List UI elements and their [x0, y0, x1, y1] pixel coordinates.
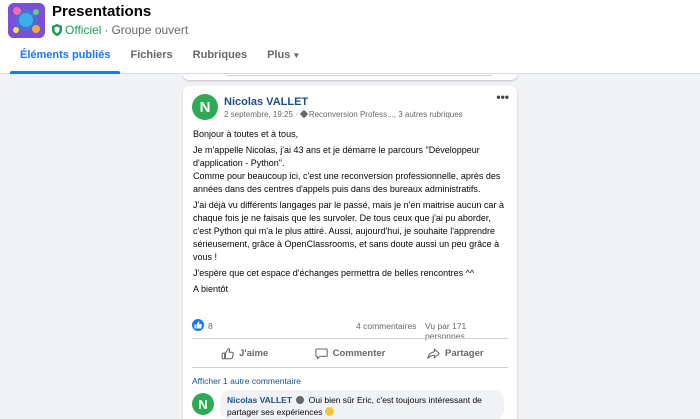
- post-meta: 2 septembre, 19:25 · Reconversion Profess…: [224, 109, 463, 119]
- post-paragraph: Bonjour à toutes et à tous,: [193, 129, 299, 139]
- more-options-icon[interactable]: •••: [496, 90, 509, 104]
- post-paragraph: A bientôt: [193, 284, 229, 294]
- post-paragraph: Je m'appelle Nicolas, j'ai 43 ans et je …: [193, 145, 480, 168]
- comment-text: Oui bien sûr Eric, c'est toujours intére…: [308, 395, 482, 405]
- tab-published-items[interactable]: Éléments publiés: [10, 43, 121, 74]
- smiley-emoji-icon: [324, 407, 334, 416]
- tab-files[interactable]: Fichiers: [120, 43, 182, 74]
- commenter-avatar[interactable]: N: [192, 393, 214, 415]
- like-label: J'aime: [239, 347, 269, 359]
- tag-icon: [299, 109, 309, 119]
- like-button[interactable]: J'aime: [192, 339, 297, 367]
- share-icon: [427, 348, 440, 359]
- previous-post-card: [183, 74, 517, 80]
- group-header: Presentations Officiel · Groupe ouvert É…: [0, 0, 700, 74]
- post-body: Bonjour à toutes et à tous, Je m'appelle…: [193, 128, 509, 299]
- post-actions: J'aime Commenter Partager: [192, 338, 508, 368]
- share-label: Partager: [445, 347, 484, 359]
- like-reaction-icon[interactable]: [192, 319, 204, 331]
- group-tabs: Éléments publiés Fichiers Rubriques Plus…: [10, 43, 310, 74]
- post-card: N Nicolas VALLET 2 septembre, 19:25 · Rec…: [183, 86, 517, 419]
- comments-count[interactable]: 4 commentaires: [356, 321, 416, 331]
- comment-text-continued: partager ses expériences: [227, 407, 323, 417]
- author-badge-icon: [296, 396, 305, 404]
- group-avatar[interactable]: [8, 3, 45, 38]
- comment-author[interactable]: Nicolas VALLET: [227, 395, 292, 405]
- post-topics[interactable]: Reconversion Profess..., 3 autres rubriq…: [309, 110, 463, 119]
- post-author[interactable]: Nicolas VALLET: [224, 96, 308, 108]
- meta-separator: ·: [104, 23, 109, 37]
- caret-down-icon: ▼: [292, 51, 301, 60]
- post-date[interactable]: 2 septembre, 19:25 ·: [224, 110, 298, 119]
- reactions-bar: 8 4 commentaires Vu par 171 personnes: [192, 319, 508, 341]
- group-meta: Officiel · Groupe ouvert: [52, 23, 188, 37]
- shield-icon: [52, 24, 62, 36]
- post-paragraph: J'espère que cet espace d'échanges perme…: [193, 268, 475, 278]
- post-paragraph: J'ai déjà vu différents langages par le …: [193, 200, 504, 262]
- thumbs-up-icon: [221, 347, 234, 359]
- tab-more[interactable]: Plus ▼: [257, 43, 310, 74]
- comment-icon: [314, 348, 328, 359]
- official-label: Officiel: [65, 23, 102, 37]
- share-button[interactable]: Partager: [403, 339, 508, 367]
- like-count[interactable]: 8: [208, 321, 213, 331]
- comment-button[interactable]: Commenter: [297, 339, 402, 367]
- comment-bubble: Nicolas VALLET Oui bien sûr Eric, c'est …: [220, 390, 504, 419]
- comment-label: Commenter: [332, 347, 386, 359]
- post-paragraph: Comme pour beaucoup ici, c'est une recon…: [193, 171, 501, 194]
- divider: [226, 75, 492, 76]
- show-more-comments-link[interactable]: Afficher 1 autre commentaire: [192, 376, 301, 386]
- tab-topics[interactable]: Rubriques: [183, 43, 257, 74]
- author-avatar[interactable]: N: [192, 94, 218, 120]
- group-type-label: Groupe ouvert: [111, 23, 189, 37]
- group-title[interactable]: Presentations: [52, 3, 151, 20]
